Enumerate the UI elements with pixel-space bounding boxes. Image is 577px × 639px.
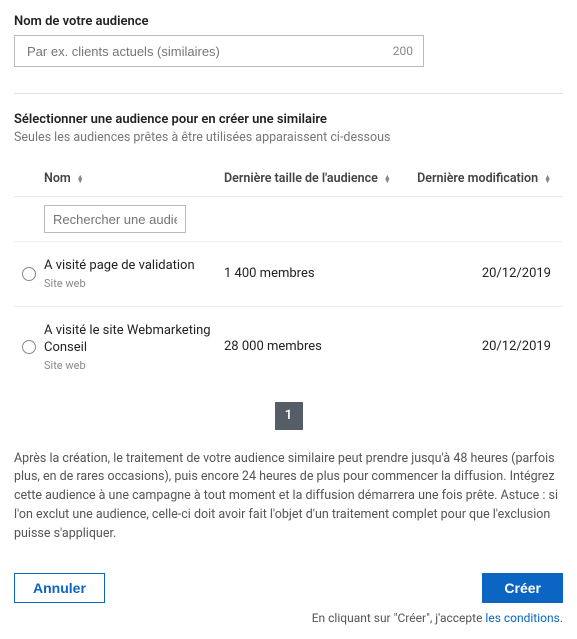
header-name[interactable]: Nom ▲▼ (44, 171, 224, 186)
select-audience-title: Sélectionner une audience pour en créer … (14, 112, 563, 127)
audience-row-size: 28 000 membres (224, 339, 404, 356)
divider (14, 93, 563, 94)
sort-icon: ▲▼ (77, 175, 84, 183)
footer: Annuler Créer (14, 573, 563, 603)
audience-row-size: 1 400 membres (224, 266, 404, 283)
table-row[interactable]: A visité le site Webmarketing Conseil Si… (14, 306, 563, 388)
audience-row-date: 20/12/2019 (404, 266, 551, 283)
char-count: 200 (393, 44, 413, 58)
header-size[interactable]: Dernière taille de l'audience ▲▼ (224, 171, 404, 186)
info-text: Après la création, le traitement de votr… (14, 450, 563, 544)
pagination: 1 (14, 402, 563, 430)
audience-name-input[interactable] (25, 43, 393, 60)
create-button[interactable]: Créer (482, 573, 563, 603)
header-size-text: Dernière taille de l'audience (224, 171, 378, 186)
terms-prefix: En cliquant sur "Créer", j'accepte (312, 611, 486, 625)
radio-button[interactable] (22, 267, 36, 281)
page-1-button[interactable]: 1 (275, 402, 303, 430)
search-input[interactable] (44, 205, 186, 233)
audience-row-date: 20/12/2019 (404, 339, 551, 356)
sort-icon: ▲▼ (544, 175, 551, 183)
cancel-button[interactable]: Annuler (14, 573, 105, 603)
select-audience-subtitle: Seules les audiences prêtes à être utili… (14, 130, 563, 145)
radio-button[interactable] (22, 340, 36, 354)
header-date[interactable]: Dernière modification ▲▼ (404, 171, 551, 186)
terms-suffix: . (560, 611, 563, 625)
audience-name-input-wrap[interactable]: 200 (14, 35, 424, 67)
terms-text: En cliquant sur "Créer", j'accepte les c… (14, 611, 563, 625)
audience-row-type: Site web (44, 359, 224, 372)
terms-link[interactable]: les conditions (485, 611, 559, 625)
header-date-text: Dernière modification (417, 171, 538, 186)
audience-row-name: A visité page de validation (44, 258, 195, 275)
header-name-text: Nom (44, 171, 71, 186)
audience-name-label: Nom de votre audience (14, 14, 563, 29)
audience-row-type: Site web (44, 277, 195, 290)
table-header: Nom ▲▼ Dernière taille de l'audience ▲▼ … (14, 161, 563, 197)
search-row (14, 197, 563, 241)
audience-row-name: A visité le site Webmarketing Conseil (44, 323, 224, 357)
sort-icon: ▲▼ (384, 175, 391, 183)
table-row[interactable]: A visité page de validation Site web 1 4… (14, 241, 563, 306)
